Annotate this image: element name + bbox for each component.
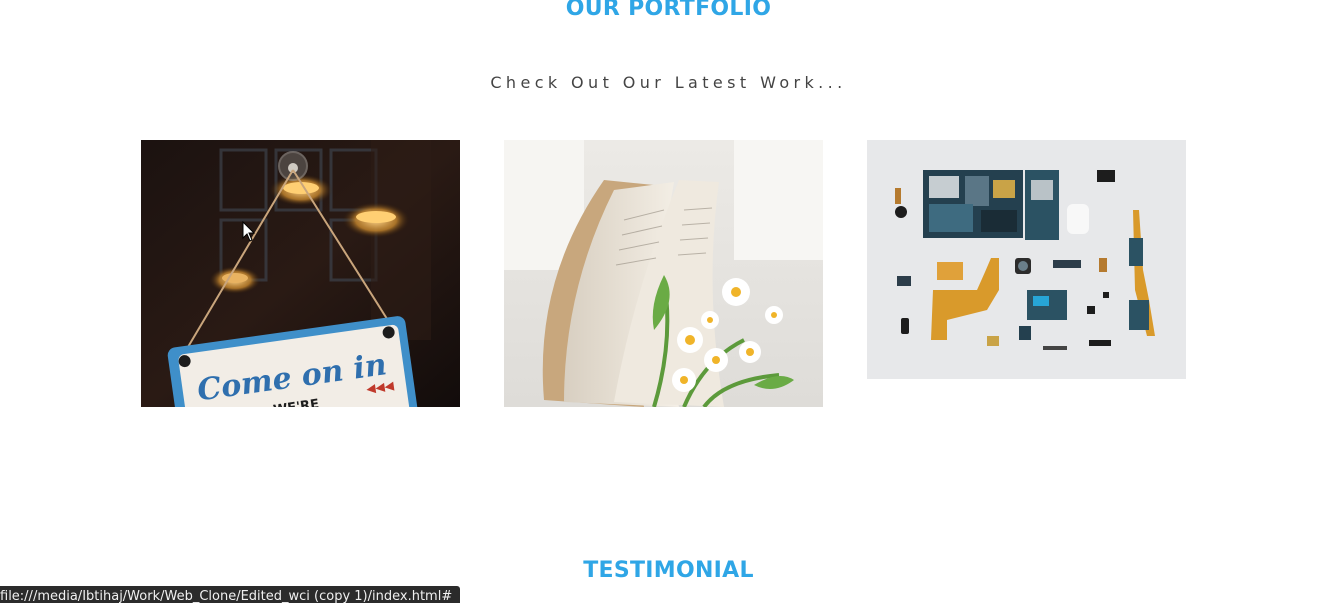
open-sign-photo: Come on in WE'RE ◀◀◀ bbox=[141, 140, 460, 407]
phone-parts-photo bbox=[867, 140, 1186, 379]
link-status-bar: file:///media/Ibtihaj/Work/Web_Clone/Edi… bbox=[0, 586, 461, 603]
portfolio-page: OUR PORTFOLIO Check Out Our Latest Work.… bbox=[0, 0, 1337, 603]
testimonial-heading: TESTIMONIAL bbox=[583, 558, 754, 583]
portfolio-item-open-sign[interactable]: Come on in WE'RE ◀◀◀ bbox=[141, 140, 460, 407]
portfolio-heading: OUR PORTFOLIO bbox=[565, 0, 772, 21]
portfolio-item-phone-parts[interactable] bbox=[867, 140, 1186, 379]
book-flowers-photo bbox=[504, 140, 823, 407]
portfolio-item-book-flowers[interactable] bbox=[504, 140, 823, 407]
portfolio-subtitle: Check Out Our Latest Work... bbox=[490, 73, 847, 92]
